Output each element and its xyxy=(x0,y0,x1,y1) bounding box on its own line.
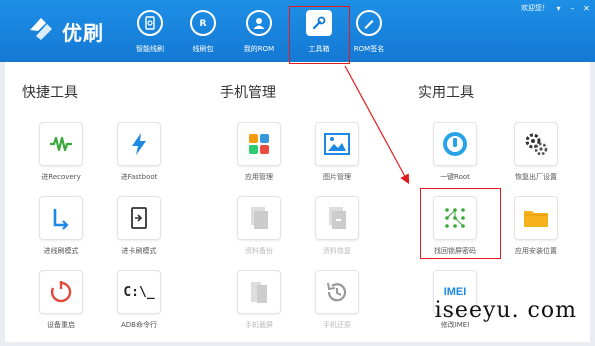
callout-arrow xyxy=(344,65,410,185)
watermark: iseeyu. com xyxy=(434,298,577,323)
bottom-border xyxy=(0,342,595,346)
